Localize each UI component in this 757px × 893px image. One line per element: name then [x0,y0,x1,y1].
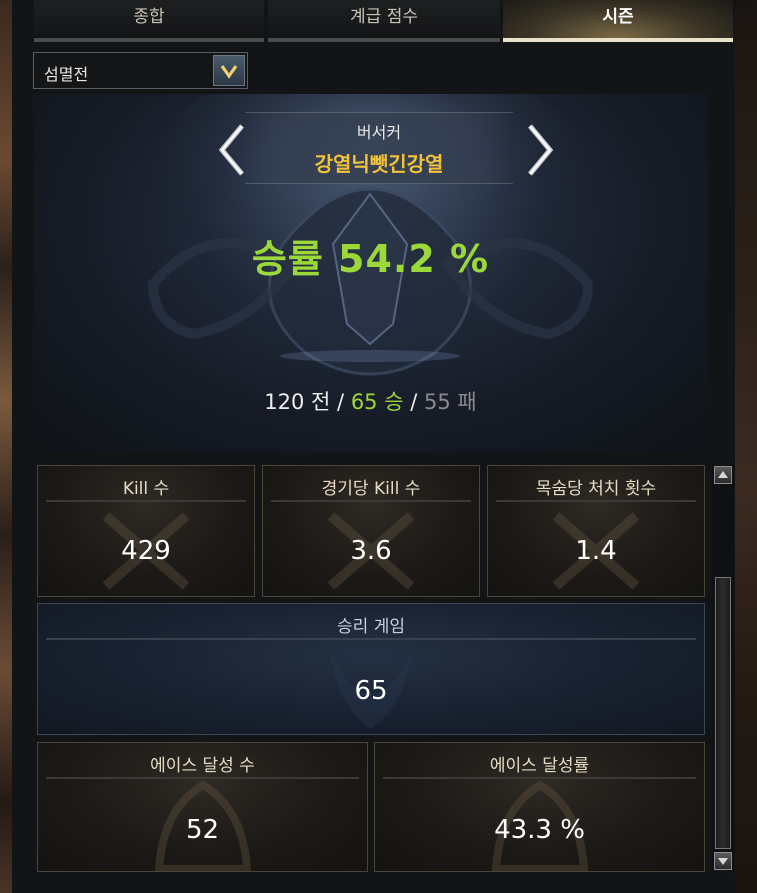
stat-value: 52 [185,815,220,845]
chevron-left-icon[interactable] [216,122,250,178]
stat-card-kills-per-game: 경기당 Kill 수 3.6 [262,465,480,597]
scroll-up-button[interactable] [714,466,732,484]
scroll-down-button[interactable] [714,852,732,870]
mode-dropdown-value: 섬멸전 [44,65,89,84]
triangle-down-icon [718,858,728,865]
character-name: 강열닉뺏긴강열 [314,152,444,176]
record-losses: 55 패 [423,390,477,414]
tab-rank-score[interactable]: 계급 점수 [268,0,500,42]
stat-label: 목숨당 처치 횟수 [535,479,657,499]
stat-label: 에이스 달성 수 [150,756,255,776]
chevron-right-icon[interactable] [522,122,556,178]
stat-label: 에이스 달성률 [489,756,590,776]
chevron-down-icon[interactable] [213,55,245,86]
vertical-scrollbar[interactable] [712,465,734,870]
win-rate: 승률 54.2 % [251,237,490,281]
divider [46,777,359,779]
divider [271,500,471,502]
record-separator: / [337,390,345,414]
stat-card-games-won: 승리 게임 65 [37,603,705,735]
stat-card-kills-per-life: 목숨당 처치 횟수 1.4 [487,465,705,597]
stat-value: 3.6 [350,536,392,566]
stat-card-kills: Kill 수 429 [37,465,255,597]
divider [46,500,246,502]
stat-value: 65 [354,676,388,706]
record-wins: 65 승 [350,390,404,414]
background-scene-right [735,0,757,893]
triangle-up-icon [718,471,728,478]
record-separator: / [410,390,418,414]
stat-value: 1.4 [575,536,617,566]
tab-overview[interactable]: 종합 [34,0,264,42]
stat-label: Kill 수 [122,479,170,499]
mode-dropdown[interactable]: 섬멸전 [33,52,248,89]
record-total: 120 전 [264,390,331,414]
stat-label: 경기당 Kill 수 [321,479,421,499]
class-name: 버서커 [356,123,402,142]
divider [46,638,696,640]
scrollbar-thumb[interactable] [715,577,731,849]
background-scene-left [0,0,12,893]
match-record: 120 전 / 65 승 / 55 패 [33,386,708,416]
tab-season[interactable]: 시즌 [503,0,733,42]
stat-card-ace-count: 에이스 달성 수 52 [37,742,368,872]
stat-value: 43.3 % [494,815,585,845]
stat-value: 429 [121,536,171,566]
tab-bar: 종합 계급 점수 시즌 [12,0,735,42]
divider [496,500,696,502]
stat-card-ace-rate: 에이스 달성률 43.3 % [374,742,705,872]
divider [383,777,696,779]
stat-label: 승리 게임 [337,617,405,637]
